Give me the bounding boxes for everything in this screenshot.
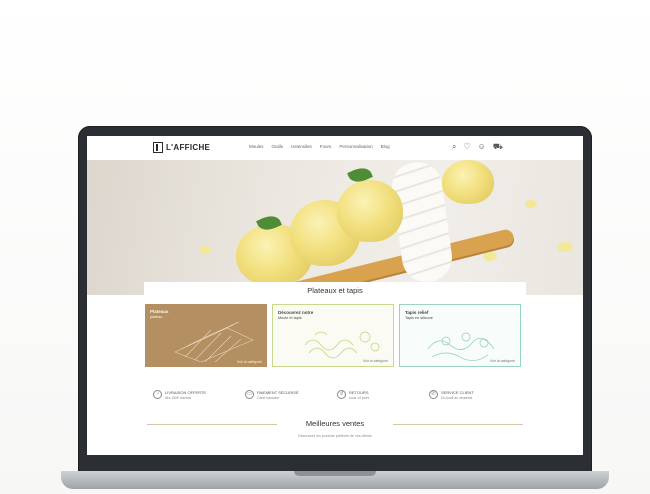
category-card-moules[interactable]: Découvrez notre Moule et tapis Voir la c…: [272, 304, 394, 367]
logo-text: L'AFFICHE: [166, 143, 211, 152]
feature-subtitle: sous 14 jours: [349, 396, 370, 400]
nav-item-blog[interactable]: Blog: [381, 144, 390, 149]
heart-icon[interactable]: ♡: [463, 142, 470, 152]
nav-item-outils[interactable]: Outils: [272, 144, 284, 149]
product-mockup-scene: L'AFFICHE Moules Outils Ustensiles Fours…: [0, 0, 650, 494]
crumb: [557, 242, 573, 252]
truck-icon: ◔: [153, 390, 162, 399]
feature-title: RETOURS: [349, 390, 369, 395]
feature-subtitle: Du lundi au vendredi: [441, 396, 473, 400]
feature-paiement: ▭ PAIEMENT SÉCURISÉ Carte bancaire: [245, 388, 335, 408]
card-title: Tapis relief: [405, 310, 429, 315]
card-cta-link[interactable]: Voir la catégorie: [237, 360, 262, 364]
crumb: [483, 252, 497, 261]
best-sellers-subtitle: Découvrez les produits préférés de nos c…: [298, 434, 372, 438]
brand-logo[interactable]: L'AFFICHE: [153, 142, 210, 153]
header-icons: ⌕ ♡ ☺ ⛟: [452, 142, 503, 152]
cream-dome: [442, 160, 494, 204]
feature-title: PAIEMENT SÉCURISÉ: [257, 390, 299, 395]
hero-image: [87, 160, 583, 295]
nav-item-personnalisation[interactable]: Personnalisation: [339, 144, 372, 149]
laptop-screen: L'AFFICHE Moules Outils Ustensiles Fours…: [87, 136, 583, 455]
card-icon: ▭: [245, 390, 254, 399]
laptop-notch: [294, 471, 376, 476]
main-nav: Moules Outils Ustensiles Fours Personnal…: [249, 144, 390, 149]
mould-illustration: [304, 331, 380, 359]
nav-item-moules[interactable]: Moules: [249, 144, 264, 149]
feature-retours: ↺ RETOURS sous 14 jours: [337, 388, 427, 408]
cream-dome: [337, 180, 403, 242]
phone-icon: ✆: [429, 390, 438, 399]
card-title: Découvrez notre: [278, 310, 314, 315]
nav-item-fours[interactable]: Fours: [320, 144, 332, 149]
feature-livraison: ◔ LIVRAISON OFFERTE dès 150€ d'achat: [153, 388, 243, 408]
category-card-tapis[interactable]: Tapis relief Tapis en silicone Voir la c…: [399, 304, 521, 367]
cart-icon[interactable]: ⛟: [493, 142, 503, 152]
card-subtitle: Tapis en silicone: [405, 316, 433, 320]
feature-service-client: ✆ SERVICE CLIENT Du lundi au vendredi: [429, 388, 519, 408]
feature-subtitle: dès 150€ d'achat: [165, 396, 191, 400]
search-icon[interactable]: ⌕: [452, 142, 456, 152]
crumb: [199, 246, 211, 254]
crumb: [525, 200, 537, 208]
card-subtitle: plateau: [150, 315, 163, 319]
service-features: ◔ LIVRAISON OFFERTE dès 150€ d'achat ▭ P…: [153, 388, 523, 408]
feature-subtitle: Carte bancaire: [257, 396, 280, 400]
category-panel: Plateaux et tapis Plateaux plateau Voir …: [144, 282, 526, 387]
card-title: Plateaux: [150, 309, 169, 314]
category-card-plateaux[interactable]: Plateaux plateau Voir la catégorie: [145, 304, 267, 367]
panel-title: Plateaux et tapis: [307, 286, 363, 295]
logo-mark-icon: [153, 142, 163, 153]
nav-item-ustensiles[interactable]: Ustensiles: [291, 144, 312, 149]
feature-title: LIVRAISON OFFERTE: [165, 390, 207, 395]
site-header: L'AFFICHE Moules Outils Ustensiles Fours…: [87, 136, 583, 160]
card-subtitle: Moule et tapis: [278, 316, 302, 320]
card-cta-link[interactable]: Voir la catégorie: [363, 359, 388, 363]
divider-line: [393, 424, 523, 425]
user-icon[interactable]: ☺: [478, 142, 486, 152]
return-icon: ↺: [337, 390, 346, 399]
feature-title: SERVICE CLIENT: [441, 390, 474, 395]
grid-tray-illustration: [174, 322, 254, 362]
relief-mat-illustration: [427, 332, 495, 361]
card-cta-link[interactable]: Voir la catégorie: [490, 359, 515, 363]
